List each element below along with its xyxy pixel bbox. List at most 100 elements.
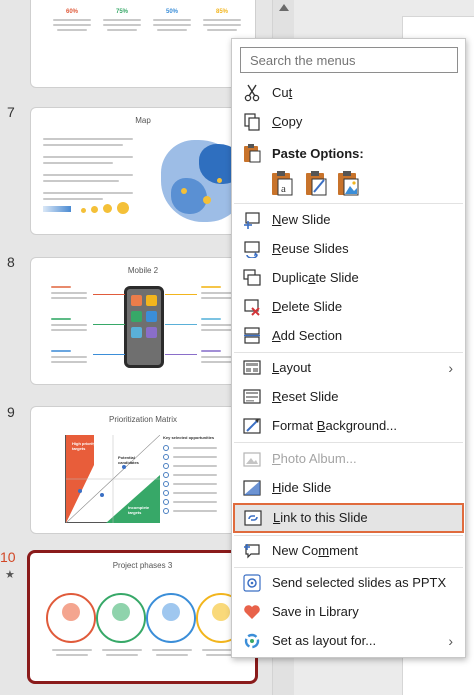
slide-number-active: 10 [0, 549, 16, 565]
menu-label: Format [272, 418, 317, 433]
menu-item-set-as-layout[interactable]: Set as layout for... › [234, 627, 463, 655]
paste-keep-source-formatting-icon[interactable]: a [270, 170, 294, 196]
menu-item-reuse-slides[interactable]: Reuse Slides [234, 235, 463, 263]
accelerator-key: N [272, 212, 282, 227]
scroll-up-arrow-icon[interactable] [279, 4, 289, 11]
menu-label: ayout [279, 360, 312, 375]
accelerator-key: R [272, 389, 282, 404]
slide-title: Map [135, 116, 151, 125]
format-background-icon [243, 418, 261, 434]
priority-matrix: High priority targets Potential candidat… [65, 435, 160, 523]
delete-slide-icon [244, 299, 260, 316]
transition-star-icon: ★ [5, 569, 15, 581]
slide-thumbnail-6[interactable]: 60% 75% 50% 85% [30, 0, 256, 88]
menu-label: Duplic [272, 270, 309, 285]
menu-label: Send selected slides as PPTX [272, 575, 447, 590]
photo-album-icon [243, 452, 261, 467]
paste-options-label: Paste Options: [272, 146, 364, 161]
matrix-label: Incomplete targets [128, 505, 150, 515]
phase-circle [146, 593, 196, 643]
accelerator-key: R [272, 241, 282, 256]
matrix-heading: Key selected opportunities [163, 435, 215, 440]
slide-thumbnail-9[interactable]: Prioritization Matrix High priority targ… [30, 406, 256, 534]
heart-icon [244, 605, 260, 619]
matrix-label: Potential candidates [118, 455, 139, 465]
menu-item-cut[interactable]: Cut [234, 79, 463, 107]
copy-icon [244, 113, 260, 131]
menu-item-layout[interactable]: Layout › [234, 354, 463, 382]
hide-slide-icon [243, 480, 261, 496]
reuse-slides-icon [244, 241, 260, 258]
add-section-icon [244, 327, 260, 344]
menu-label: ment [329, 543, 358, 558]
slide-thumbnail-10-selected[interactable]: Project phases 3 [27, 550, 258, 684]
paste-as-picture-icon[interactable] [336, 170, 360, 196]
percent-label: 60% [65, 9, 78, 15]
slide-thumbnail-8[interactable]: Mobile 2 [30, 257, 256, 385]
set-layout-icon [244, 633, 260, 649]
menu-label: Set as layout for... [272, 633, 377, 648]
accelerator-key: D [272, 299, 282, 314]
slide-number: 7 [7, 104, 15, 120]
menu-label: New Co [272, 543, 319, 558]
menu-label: elete Slide [281, 299, 343, 314]
phone-graphic [124, 286, 164, 368]
menu-item-delete-slide[interactable]: Delete Slide [234, 293, 463, 321]
slide-title: Mobile 2 [127, 266, 159, 275]
percent-label: 75% [115, 9, 128, 15]
menu-label: ide Slide [281, 480, 332, 495]
menu-item-save-in-library[interactable]: Save in Library [234, 598, 463, 626]
menu-item-new-slide[interactable]: New Slide [234, 206, 463, 234]
new-comment-icon [244, 544, 260, 559]
duplicate-slide-icon [243, 269, 261, 286]
slide-thumbnail-7[interactable]: Map [30, 107, 256, 235]
phase-circle [96, 593, 146, 643]
phase-circle [46, 593, 96, 643]
scissors-icon [244, 84, 260, 102]
send-slides-icon [243, 574, 261, 592]
menu-item-send-slides-pptx[interactable]: Send selected slides as PPTX [234, 569, 463, 597]
percent-label: 50% [165, 9, 178, 15]
paste-use-destination-theme-icon[interactable] [304, 170, 328, 196]
menu-label: ew Slide [281, 212, 331, 227]
menu-label: Cu [272, 85, 289, 100]
menu-item-link-to-this-slide[interactable]: Link to this Slide [233, 503, 464, 533]
matrix-label: High priority targets [72, 441, 96, 451]
paste-clipboard-icon [244, 144, 261, 163]
accelerator-key: H [272, 480, 282, 495]
menu-item-copy[interactable]: Copy [234, 108, 463, 136]
menu-item-format-background[interactable]: Format Background... [234, 412, 463, 440]
accelerator-key: t [288, 85, 293, 100]
menu-label: eset Slide [281, 389, 339, 404]
submenu-arrow-icon: › [448, 360, 453, 376]
menu-label: dd Section [280, 328, 343, 343]
context-menu: Cut Copy Paste Options: a New Slide Reus… [231, 38, 466, 658]
percent-label: 85% [215, 9, 228, 15]
menu-label: te Slide [315, 270, 359, 285]
accelerator-key: C [272, 114, 282, 129]
menu-label: Save in Library [272, 604, 359, 619]
accelerator-key: m [318, 543, 330, 558]
layout-icon [243, 360, 261, 375]
menu-label: ink to this Slide [280, 510, 368, 525]
svg-text:a: a [281, 183, 286, 195]
menu-label: opy [281, 114, 303, 129]
slide-title: Prioritization Matrix [108, 415, 177, 424]
slide-number: 9 [7, 404, 15, 420]
menu-label: ackground... [325, 418, 398, 433]
menu-item-reset-slide[interactable]: Reset Slide [234, 383, 463, 411]
menu-item-new-comment[interactable]: New Comment [234, 537, 463, 565]
reset-slide-icon [243, 389, 261, 404]
menu-item-hide-slide[interactable]: Hide Slide [234, 474, 463, 502]
submenu-arrow-icon: › [448, 633, 453, 649]
menu-item-photo-album: Photo Album... [234, 445, 463, 473]
slide-title: Project phases 3 [112, 561, 173, 570]
menu-item-duplicate-slide[interactable]: Duplicate Slide [234, 264, 463, 292]
menu-label: hoto Album... [280, 451, 357, 466]
slide-number: 8 [7, 254, 15, 270]
accelerator-key: A [272, 328, 281, 343]
link-icon [244, 510, 262, 526]
menu-item-add-section[interactable]: Add Section [234, 322, 463, 350]
search-menus-input[interactable] [240, 47, 458, 73]
menu-label: euse Slides [281, 241, 349, 256]
